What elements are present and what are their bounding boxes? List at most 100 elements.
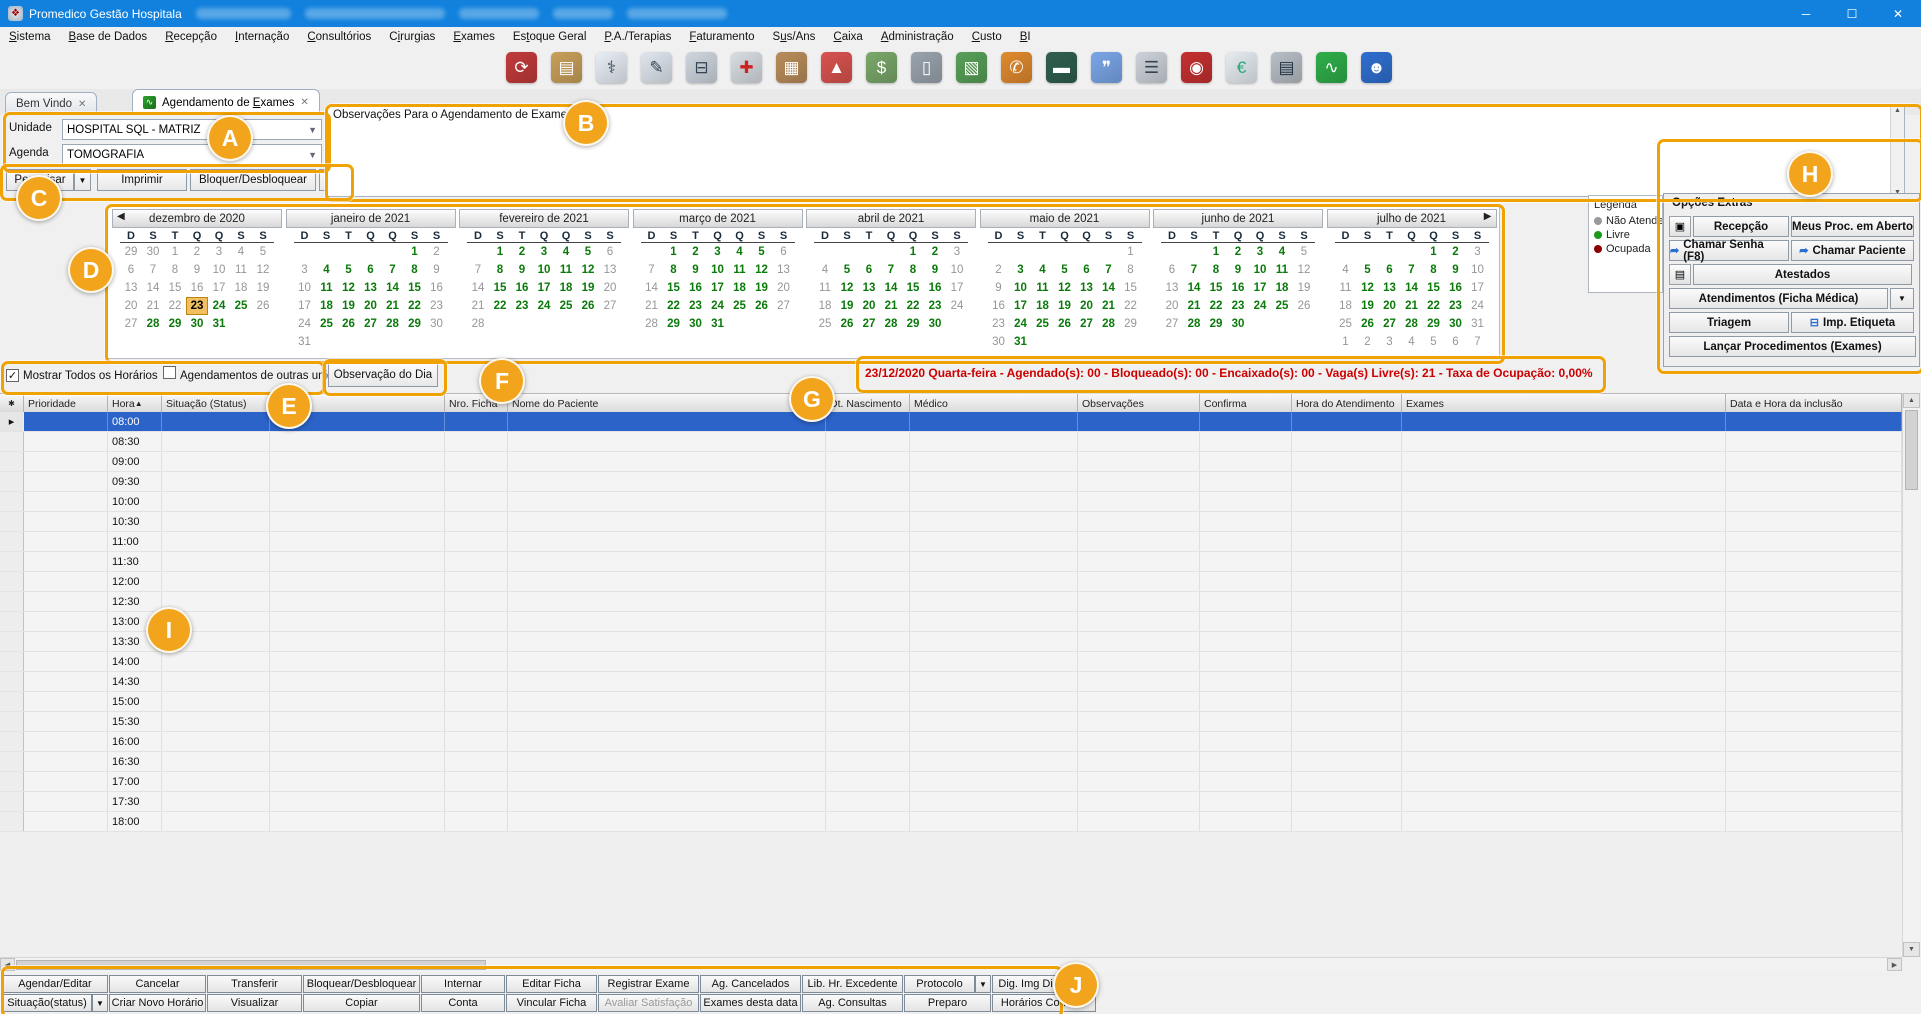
doctor-icon[interactable]: ⚕ (596, 52, 627, 83)
column-header-hora[interactable]: Hora ▲ (108, 394, 162, 413)
e-invoice-icon[interactable]: € (1226, 52, 1257, 83)
calendar-day[interactable]: 2 (685, 243, 707, 261)
calendar-day[interactable]: 24 (533, 297, 555, 315)
schedule-row-13-00[interactable]: 13:00 (0, 612, 1902, 632)
calendar-day[interactable]: 7 (880, 261, 902, 279)
calendar-day[interactable]: 13 (599, 261, 621, 279)
calendar-day[interactable]: 5 (577, 243, 599, 261)
calendar-day[interactable]: 2 (924, 243, 946, 261)
observations-scrollbar[interactable]: ▲▼ (1890, 107, 1904, 196)
calendar-day[interactable]: 22 (489, 297, 511, 315)
bottom-button-conta[interactable]: Conta (421, 994, 505, 1012)
scroll-down-icon[interactable]: ▼ (1903, 942, 1920, 957)
calendar-day[interactable]: 22 (663, 297, 685, 315)
calendar-day[interactable]: 20 (1161, 297, 1183, 315)
calendar-day[interactable]: 27 (858, 315, 880, 333)
calendar-day[interactable]: 17 (208, 279, 230, 297)
menu-item-estoque-geral[interactable]: Estoque Geral (504, 31, 596, 43)
calendar-day[interactable]: 22 (902, 297, 924, 315)
scroll-right-icon[interactable]: ▶ (1887, 958, 1902, 971)
pesquisar-button[interactable]: Pesquisar (6, 169, 74, 191)
calendar-day[interactable]: 24 (208, 297, 230, 315)
calendar-day[interactable]: 17 (1010, 297, 1032, 315)
chevron-down-icon[interactable]: ▼ (308, 125, 321, 135)
column-header-hora-do-atendimento[interactable]: Hora do Atendimento (1292, 394, 1402, 413)
calendar-day[interactable]: 27 (773, 297, 795, 315)
calendar-day[interactable]: 1 (489, 243, 511, 261)
calendar-day[interactable]: 5 (1357, 261, 1379, 279)
schedule-row-09-00[interactable]: 09:00 (0, 452, 1902, 472)
calendar-day[interactable]: 12 (751, 261, 773, 279)
column-header-situa-o-status-[interactable]: Situação (Status) (162, 394, 270, 413)
calendar-day[interactable]: 13 (858, 279, 880, 297)
calendar-day[interactable]: 20 (858, 297, 880, 315)
extras-button-imp-etiqueta[interactable]: ⊟ Imp. Etiqueta (1791, 312, 1914, 333)
calendar-day[interactable]: 5 (751, 243, 773, 261)
bottom-button-situa-o-status-[interactable]: Situação(status) (2, 994, 92, 1012)
vertical-scroll-thumb[interactable] (1905, 410, 1918, 490)
calendar-prev-icon[interactable]: ◀ (117, 211, 125, 222)
calendar-day[interactable]: 14 (382, 279, 404, 297)
bottom-button-exames-desta-data[interactable]: Exames desta data (700, 994, 801, 1012)
bottom-button-criar-novo-hor-rio[interactable]: Criar Novo Horário (109, 994, 206, 1012)
calendar-day[interactable]: 9 (426, 261, 448, 279)
calendar-day[interactable]: 26 (338, 315, 360, 333)
calendar-day[interactable]: 29 (1120, 315, 1142, 333)
calendar-day[interactable]: 3 (208, 243, 230, 261)
extras-button-atestados[interactable]: Atestados (1693, 264, 1912, 285)
close-tab-icon[interactable]: ✕ (78, 99, 86, 110)
calendar-day[interactable]: 15 (404, 279, 426, 297)
calendar-day[interactable]: 25 (729, 297, 751, 315)
calendar-day[interactable]: 8 (663, 261, 685, 279)
menu-item-custo[interactable]: Custo (963, 31, 1011, 43)
calendar-day[interactable]: 22 (1423, 297, 1445, 315)
calendar-day[interactable]: 14 (1183, 279, 1205, 297)
calendar-day[interactable]: 16 (1445, 279, 1467, 297)
phonebook-icon[interactable]: ✆ (1001, 52, 1032, 83)
calendar-day[interactable]: 2 (1227, 243, 1249, 261)
calendar-day[interactable]: 11 (729, 261, 751, 279)
observacao-do-dia-button[interactable]: Observação do Dia (328, 363, 438, 387)
ledger-icon[interactable]: ▬ (1046, 52, 1077, 83)
bottom-button-agendar-editar[interactable]: Agendar/Editar (2, 975, 108, 993)
stock-box-icon[interactable]: ▦ (776, 52, 807, 83)
calendar-day[interactable]: 21 (1098, 297, 1120, 315)
ambulance-icon[interactable]: ✚ (731, 52, 762, 83)
schedule-row-15-30[interactable]: 15:30 (0, 712, 1902, 732)
calendar-day[interactable]: 3 (1467, 243, 1489, 261)
menu-item-recep-o[interactable]: Recepção (156, 31, 226, 43)
extras-button-lan-ar-procedimentos-exames-[interactable]: Lançar Procedimentos (Exames) (1669, 336, 1916, 357)
calendar-day[interactable]: 28 (467, 315, 489, 333)
calendar-day[interactable]: 14 (641, 279, 663, 297)
calendar-day[interactable]: 11 (814, 279, 836, 297)
calendar-day[interactable]: 27 (360, 315, 382, 333)
calendar-day[interactable]: 5 (836, 261, 858, 279)
calendar-day[interactable]: 4 (1335, 261, 1357, 279)
calendar-day[interactable]: 18 (555, 279, 577, 297)
bottom-button-transferir[interactable]: Transferir (207, 975, 302, 993)
calendar-day[interactable]: 15 (1120, 279, 1142, 297)
calendar-day[interactable]: 29 (1423, 315, 1445, 333)
tab-agendamento-exames[interactable]: ∿ Agendamento de Exames ✕ (132, 89, 320, 115)
calendar-day[interactable]: 29 (902, 315, 924, 333)
dropdown-button[interactable]: ▼ (1080, 975, 1096, 993)
close-tab-icon[interactable]: ✕ (300, 97, 308, 108)
sync-patients-icon[interactable]: ⟳ (506, 52, 537, 83)
calendar-day[interactable]: 30 (1227, 315, 1249, 333)
calendar-day[interactable]: 11 (230, 261, 252, 279)
chevron-down-icon[interactable]: ▼ (308, 150, 321, 160)
dropdown-button[interactable]: ▼ (92, 994, 108, 1012)
vertical-scrollbar[interactable]: ▲ ▼ (1902, 393, 1920, 957)
calendar-day[interactable]: 6 (773, 243, 795, 261)
calendar-day[interactable]: 28 (1183, 315, 1205, 333)
schedule-row-18-00[interactable]: 18:00 (0, 812, 1902, 832)
calendar-day[interactable]: 1 (404, 243, 426, 261)
calendar-day[interactable]: 24 (1010, 315, 1032, 333)
column-header-confirma[interactable]: Confirma (1200, 394, 1292, 413)
column-header-observa-es[interactable]: Observações (1078, 394, 1200, 413)
menu-item-consult-rios[interactable]: Consultórios (298, 31, 380, 43)
extras-button-chamar-paciente[interactable]: ➦ Chamar Paciente (1791, 240, 1914, 261)
scroll-left-icon[interactable]: ◀ (0, 958, 15, 971)
calendar-day[interactable]: 17 (533, 279, 555, 297)
bottom-button-registrar-exame[interactable]: Registrar Exame (598, 975, 699, 993)
